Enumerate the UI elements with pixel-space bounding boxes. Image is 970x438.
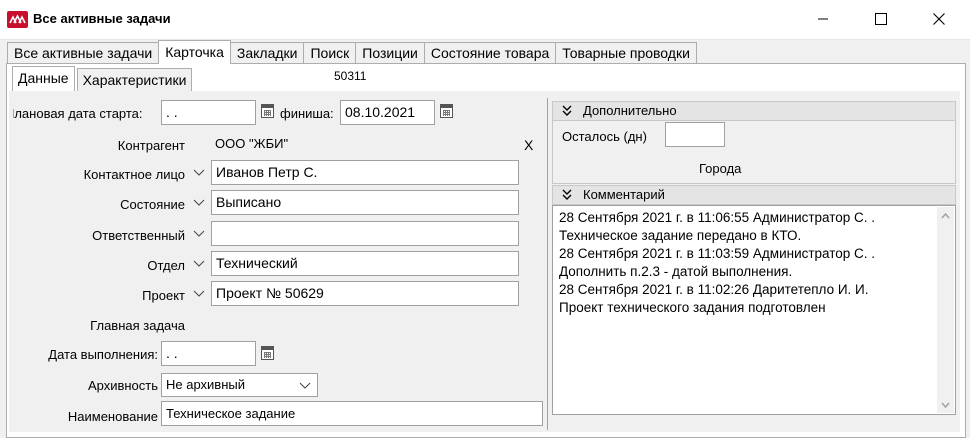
sub-tabs: Данные Характеристики — [12, 66, 194, 92]
state-label: Состояние — [120, 197, 185, 212]
comment-line: Проект технического задания подготовлен — [559, 300, 826, 315]
tab-data[interactable]: Данные — [12, 66, 75, 92]
tab-characteristics[interactable]: Характеристики — [76, 68, 193, 92]
tab-all-active-tasks[interactable]: Все активные задачи — [7, 42, 160, 64]
tab-goods-postings[interactable]: Товарные проводки — [555, 42, 697, 64]
comments-scrollbar[interactable] — [937, 207, 954, 413]
archive-select-value: Не архивный — [166, 377, 245, 392]
window-title: Все активные задачи — [33, 11, 171, 26]
maximize-icon — [875, 13, 887, 25]
finish-date-label: финиша: — [280, 106, 334, 121]
tab-bookmarks[interactable]: Закладки — [229, 42, 305, 64]
minimize-button[interactable] — [800, 2, 846, 36]
department-dropdown-icon[interactable] — [191, 256, 207, 272]
close-icon — [933, 13, 945, 25]
start-date-label: Плановая дата старта: — [13, 106, 143, 121]
comment-line: Техническое задание передано в КТО. — [559, 228, 802, 243]
main-task-label: Главная задача — [90, 318, 185, 333]
comment-line: 28 Сентября 2021 г. в 11:02:26 Даритетеп… — [559, 282, 869, 297]
done-date-calendar-icon[interactable] — [261, 346, 274, 360]
done-date-field[interactable]: . . — [161, 341, 256, 366]
department-field[interactable]: Технический — [211, 251, 519, 276]
app-logo-icon — [7, 11, 28, 28]
contact-label: Контактное лицо — [83, 167, 185, 182]
tab-search[interactable]: Поиск — [303, 42, 357, 64]
finish-date-field[interactable]: 08.10.2021 — [340, 100, 435, 125]
comment-section-title: Комментарий — [583, 187, 665, 202]
project-dropdown-icon[interactable] — [191, 286, 207, 302]
start-date-field[interactable]: . . — [161, 100, 256, 125]
counterparty-label: Контрагент — [117, 138, 185, 153]
days-left-field[interactable] — [665, 122, 725, 147]
responsible-dropdown-icon[interactable] — [191, 226, 207, 242]
collapse-icon — [562, 189, 572, 200]
contact-dropdown-icon[interactable] — [191, 165, 207, 181]
main-tabs: Все активные задачи Карточка Закладки По… — [7, 40, 697, 64]
comment-section-header[interactable]: Комментарий — [552, 185, 956, 205]
responsible-label: Ответственный — [92, 228, 185, 243]
extra-section-title: Дополнительно — [583, 103, 677, 118]
close-button[interactable] — [916, 2, 962, 36]
scroll-up-icon[interactable] — [937, 207, 954, 224]
collapse-icon — [562, 105, 572, 116]
tab-positions[interactable]: Позиции — [355, 42, 425, 64]
splitter[interactable] — [547, 98, 548, 430]
archive-label: Архивность — [87, 378, 158, 393]
name-field[interactable]: Техническое задание — [161, 401, 543, 426]
maximize-button[interactable] — [858, 2, 904, 36]
contact-field[interactable]: Иванов Петр С. — [211, 160, 519, 185]
comment-line: 28 Сентября 2021 г. в 11:06:55 Администр… — [559, 210, 876, 225]
done-date-label: Дата выполнения: — [48, 347, 158, 362]
state-dropdown-icon[interactable] — [191, 195, 207, 211]
name-label: Наименование — [67, 409, 158, 424]
cities-label: Города — [699, 161, 742, 176]
counterparty-clear-button[interactable]: X — [524, 137, 533, 153]
finish-calendar-icon[interactable] — [440, 104, 453, 118]
title-bar: Все активные задачи — [0, 0, 970, 40]
scroll-down-icon[interactable] — [937, 396, 954, 413]
project-label: Проект — [142, 288, 185, 303]
comment-line: 28 Сентября 2021 г. в 11:03:59 Администр… — [559, 246, 876, 261]
comments-textarea[interactable]: 28 Сентября 2021 г. в 11:06:55 Администр… — [552, 205, 956, 415]
state-field[interactable]: Выписано — [211, 190, 519, 215]
days-left-label: Осталось (дн) — [562, 129, 647, 144]
comment-line: Дополнить п.2.3 - датой выполнения. — [559, 264, 793, 279]
tab-card[interactable]: Карточка — [158, 40, 231, 64]
department-label: Отдел — [147, 258, 185, 273]
tab-goods-state[interactable]: Состояние товара — [423, 42, 557, 64]
minimize-icon — [818, 18, 828, 20]
extra-section-header[interactable]: Дополнительно — [552, 101, 956, 121]
responsible-field[interactable] — [211, 221, 519, 246]
start-calendar-icon[interactable] — [261, 104, 274, 118]
chevron-down-icon — [299, 382, 311, 389]
document-number: 50311 — [330, 68, 402, 92]
counterparty-value: ООО "ЖБИ" — [215, 136, 289, 151]
archive-select[interactable]: Не архивный — [161, 373, 318, 397]
project-field[interactable]: Проект № 50629 — [211, 281, 519, 306]
